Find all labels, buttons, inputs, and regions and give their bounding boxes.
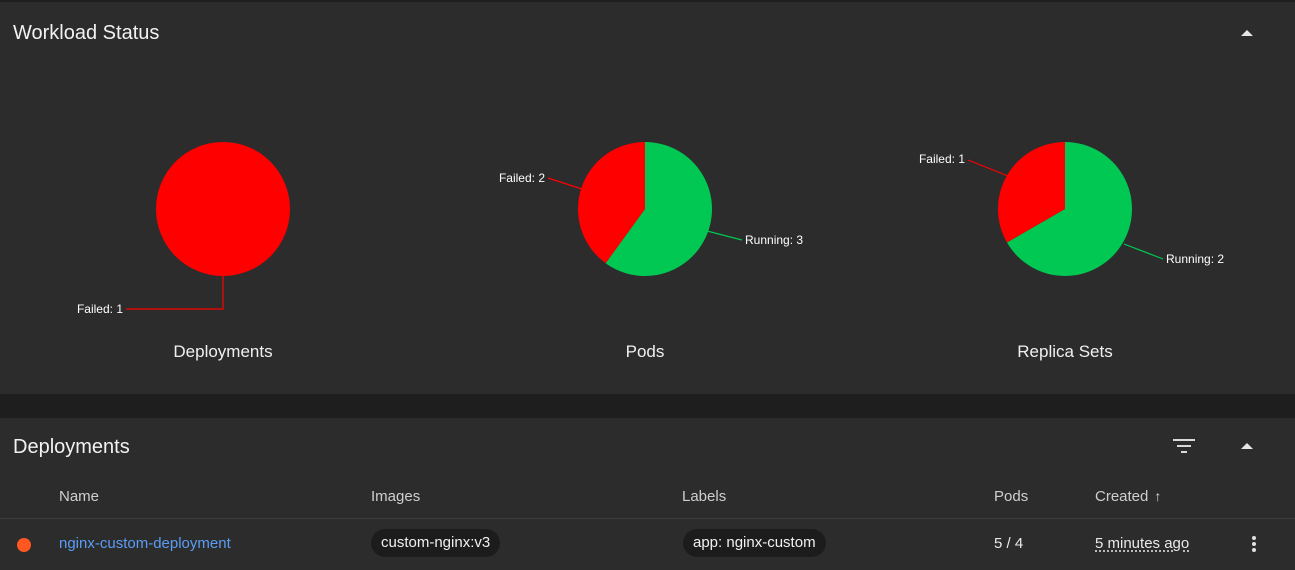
label-chip: app: nginx-custom [683,529,826,557]
deployment-name-link[interactable]: nginx-custom-deployment [59,535,231,552]
pods-count: 5 / 4 [994,535,1024,552]
column-header-created[interactable]: Created ↑ [1095,488,1161,505]
data-label-failed: Failed: 1 [919,152,965,166]
replica-sets-pie-chart: Failed: 1 Running: 2 [919,142,1224,276]
callout-line-failed [126,276,224,310]
chevron-up-icon[interactable] [1241,443,1253,449]
image-chip: custom-nginx:v3 [371,529,501,557]
callout-line-running [706,230,743,241]
chart-caption-deployments: Deployments [173,342,273,361]
callout-line-failed [547,177,583,190]
more-vert-icon[interactable] [1252,536,1258,554]
callout-line-running [1123,243,1164,260]
column-header-images: Images [371,488,421,505]
pie-slice-failed [156,142,290,276]
filter-icon[interactable] [1173,439,1195,455]
arrow-up-icon: ↑ [1154,488,1162,504]
workload-charts: Failed: 1 Failed: 2 Running: 3 Failed: 1 R… [77,141,1224,316]
status-error-icon [17,538,31,552]
pods-pie-chart: Failed: 2 Running: 3 [499,141,803,276]
data-label-failed: Failed: 2 [499,171,545,185]
deployments-card: Deployments Name Images Labels Pods Crea… [0,418,1295,570]
callout-line-failed [967,159,1009,177]
chart-caption-replica-sets: Replica Sets [1017,342,1113,361]
chart-caption-pods: Pods [625,342,665,361]
column-header-created-label: Created [1095,488,1149,505]
deployments-pie-chart: Failed: 1 [77,142,290,316]
data-label-running: Running: 2 [1166,252,1224,266]
data-label-running: Running: 3 [745,233,803,247]
created-age: 5 minutes ago [1095,535,1190,552]
column-header-pods: Pods [994,488,1029,505]
data-label-failed: Failed: 1 [77,302,123,316]
workload-status-card: Workload Status Failed: 1 Failed: 2 Runni… [0,2,1295,394]
table-row: nginx-custom-deployment custom-nginx:v3 … [0,519,1295,570]
column-header-labels: Labels [682,488,727,505]
column-header-name[interactable]: Name [59,488,99,505]
deployments-title: Deployments [13,436,130,458]
